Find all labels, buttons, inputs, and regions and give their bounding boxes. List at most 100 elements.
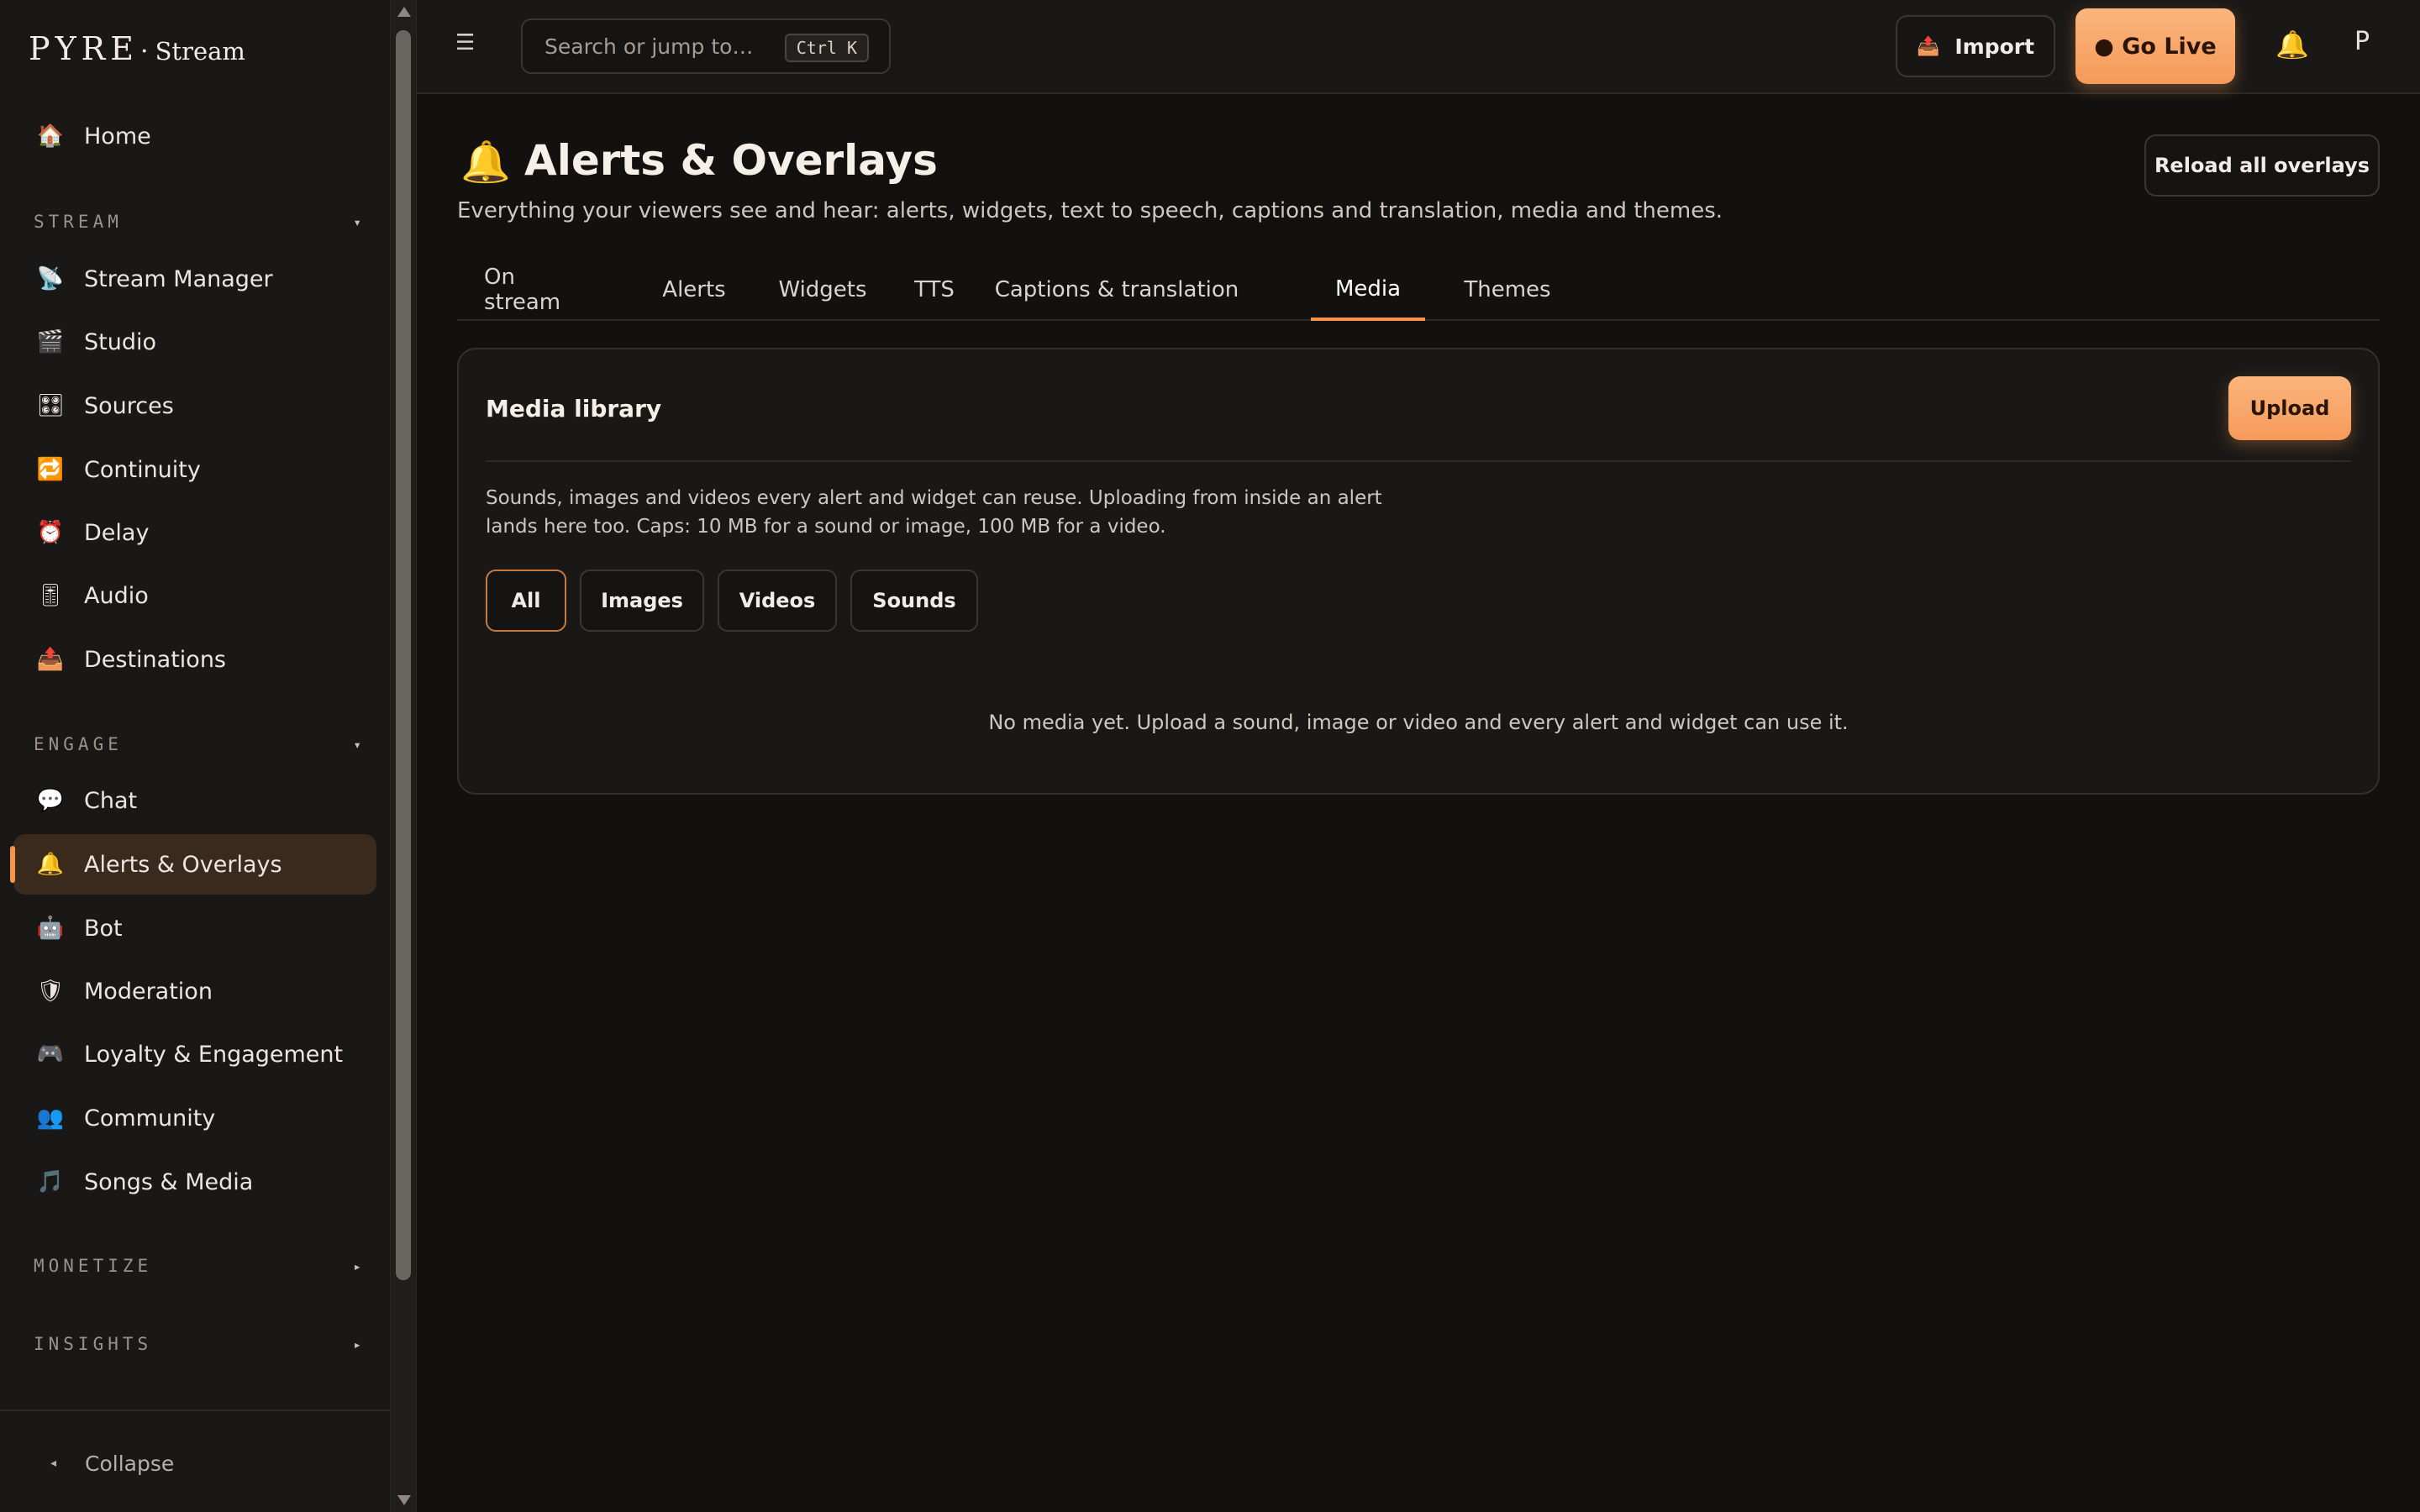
- tab-on-stream[interactable]: On stream: [484, 260, 571, 319]
- sidebar-item-community[interactable]: 👥 Community: [13, 1088, 376, 1148]
- reload-all-overlays-button[interactable]: Reload all overlays: [2144, 134, 2380, 197]
- bell-icon: 🔔: [460, 139, 511, 186]
- tab-label: On stream: [484, 265, 561, 315]
- sidebar-item-label: Continuity: [84, 456, 201, 483]
- filter-sounds[interactable]: Sounds: [850, 570, 978, 632]
- section-label: MONETIZE: [34, 1256, 153, 1276]
- section-label: ENGAGE: [34, 734, 123, 754]
- import-label: Import: [1954, 34, 2035, 59]
- tab-bar: On stream Alerts Widgets TTS Captions & …: [457, 260, 2380, 321]
- sidebar-item-label: Studio: [84, 328, 156, 355]
- sidebar-item-label: Alerts & Overlays: [84, 851, 282, 878]
- filter-label: All: [511, 589, 541, 612]
- brand-separator: ·: [140, 37, 149, 66]
- collapse-sidebar-button[interactable]: ◂ Collapse: [50, 1446, 174, 1480]
- alarm-clock-icon: ⏰: [36, 520, 65, 545]
- satellite-dish-icon: 📡: [36, 266, 65, 291]
- section-monetize-toggle[interactable]: MONETIZE ▸: [34, 1249, 361, 1283]
- sidebar-item-audio[interactable]: 🎚 Audio: [13, 565, 376, 626]
- control-knobs-icon: 🎛: [36, 393, 65, 418]
- scroll-down-arrow-icon[interactable]: [397, 1495, 411, 1505]
- sidebar-item-label: Songs & Media: [84, 1168, 254, 1195]
- sidebar-item-home[interactable]: 🏠 Home: [13, 106, 376, 166]
- music-note-icon: 🎵: [36, 1169, 65, 1194]
- sidebar-item-label: Delay: [84, 519, 150, 546]
- shield-icon: 🛡: [36, 979, 65, 1004]
- page-subtitle: Everything your viewers see and hear: al…: [457, 198, 1723, 223]
- sidebar-item-continuity[interactable]: 🔁 Continuity: [13, 439, 376, 500]
- chevron-left-icon: ◂: [50, 1457, 57, 1470]
- house-icon: 🏠: [36, 123, 65, 149]
- sidebar-item-label: Chat: [84, 787, 138, 814]
- chevron-right-icon: ▸: [353, 1257, 361, 1274]
- sidebar-item-loyalty-engagement[interactable]: 🎮 Loyalty & Engagement: [13, 1024, 376, 1084]
- tab-tts[interactable]: TTS: [909, 260, 960, 319]
- tab-label: Widgets: [778, 277, 867, 302]
- tab-alerts[interactable]: Alerts: [655, 260, 733, 319]
- robot-icon: 🤖: [36, 916, 65, 941]
- tab-label: Media: [1334, 276, 1402, 302]
- bell-icon: 🔔: [36, 852, 65, 877]
- tab-themes[interactable]: Themes: [1457, 260, 1558, 319]
- sidebar-item-chat[interactable]: 💬 Chat: [13, 770, 376, 831]
- sidebar-scrollbar[interactable]: [390, 0, 417, 1512]
- menu-icon[interactable]: ☰: [455, 30, 475, 55]
- sidebar-item-songs-media[interactable]: 🎵 Songs & Media: [13, 1152, 376, 1212]
- section-label: STREAM: [34, 212, 123, 232]
- sidebar-item-destinations[interactable]: 📤 Destinations: [13, 629, 376, 690]
- filter-all[interactable]: All: [486, 570, 566, 632]
- app-logo[interactable]: PYRE · Stream: [29, 30, 245, 77]
- media-library-card: Media library Upload Sounds, images and …: [457, 348, 2380, 795]
- sidebar-item-label: Loyalty & Engagement: [84, 1041, 344, 1068]
- tab-captions-translation[interactable]: Captions & translation: [988, 260, 1245, 319]
- go-live-button[interactable]: ● Go Live: [2075, 8, 2235, 84]
- avatar[interactable]: P: [2354, 27, 2370, 56]
- section-stream-toggle[interactable]: STREAM ▾: [34, 205, 361, 239]
- empty-state-message: No media yet. Upload a sound, image or v…: [988, 711, 1849, 734]
- chevron-down-icon: ▾: [353, 213, 361, 230]
- tab-label: Themes: [1464, 277, 1551, 302]
- media-description: Sounds, images and videos every alert an…: [486, 487, 1382, 538]
- sidebar-item-label: Sources: [84, 392, 174, 419]
- page-title: Alerts & Overlays: [524, 136, 938, 185]
- sidebar-item-stream-manager[interactable]: 📡 Stream Manager: [13, 249, 376, 309]
- reload-label: Reload all overlays: [2154, 154, 2370, 177]
- section-insights-toggle[interactable]: INSIGHTS ▸: [34, 1327, 361, 1361]
- sidebar-item-moderation[interactable]: 🛡 Moderation: [13, 961, 376, 1021]
- sidebar-item-label: Community: [84, 1105, 216, 1131]
- sidebar-item-label: Bot: [84, 915, 123, 942]
- filter-label: Videos: [739, 589, 816, 612]
- outbox-tray-icon: 📤: [36, 647, 65, 672]
- tab-media[interactable]: Media: [1311, 260, 1425, 321]
- outbox-tray-icon: 📤: [1916, 35, 1940, 57]
- tab-widgets[interactable]: Widgets: [778, 260, 867, 319]
- sidebar-item-alerts-overlays[interactable]: 🔔 Alerts & Overlays: [10, 834, 376, 895]
- section-engage-toggle[interactable]: ENGAGE ▾: [34, 727, 361, 761]
- scroll-up-arrow-icon[interactable]: [397, 7, 411, 17]
- filter-images[interactable]: Images: [580, 570, 704, 632]
- clapperboard-icon: 🎬: [36, 329, 65, 354]
- sidebar: PYRE · Stream 🏠 Home STREAM ▾ 📡 Stream M…: [0, 0, 390, 1512]
- sidebar-item-studio[interactable]: 🎬 Studio: [13, 312, 376, 372]
- filter-videos[interactable]: Videos: [718, 570, 837, 632]
- chevron-down-icon: ▾: [353, 736, 361, 753]
- notifications-bell-icon[interactable]: 🔔: [2275, 29, 2309, 60]
- search-input[interactable]: Search or jump to… Ctrl K: [521, 18, 891, 74]
- sidebar-item-label: Moderation: [84, 978, 213, 1005]
- tab-label: Alerts: [662, 277, 726, 302]
- sidebar-item-label: Home: [84, 123, 151, 150]
- tab-label: TTS: [914, 277, 955, 302]
- scrollbar-thumb[interactable]: [396, 30, 411, 1280]
- chevron-right-icon: ▸: [353, 1336, 361, 1352]
- repeat-icon: 🔁: [36, 457, 65, 482]
- import-button[interactable]: 📤 Import: [1896, 15, 2055, 77]
- sidebar-item-label: Audio: [84, 582, 149, 609]
- sidebar-item-label: Stream Manager: [84, 265, 273, 292]
- sidebar-item-sources[interactable]: 🎛 Sources: [13, 375, 376, 436]
- upload-button[interactable]: Upload: [2228, 376, 2351, 440]
- keyboard-shortcut-badge: Ctrl K: [784, 34, 869, 62]
- sidebar-item-delay[interactable]: ⏰ Delay: [13, 502, 376, 563]
- sidebar-item-bot[interactable]: 🤖 Bot: [13, 898, 376, 958]
- go-live-label: ● Go Live: [2094, 33, 2217, 60]
- people-icon: 👥: [36, 1105, 65, 1131]
